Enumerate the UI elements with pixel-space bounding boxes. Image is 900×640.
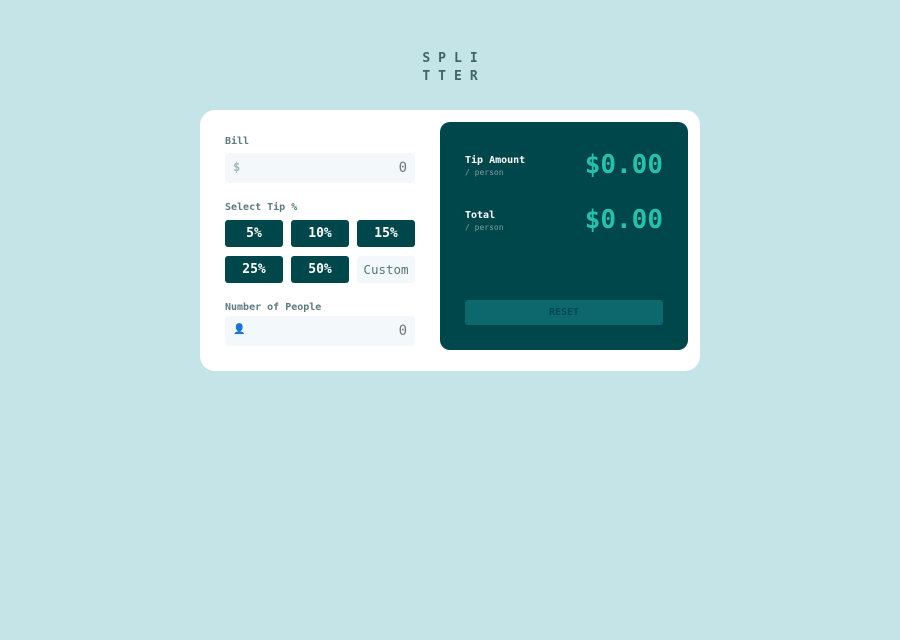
tip-button-10[interactable]: 10% — [291, 220, 349, 247]
total-value: $0.00 — [584, 205, 663, 235]
reset-button[interactable]: RESET — [465, 300, 663, 325]
bill-label: Bill — [225, 136, 250, 147]
tip-button-25[interactable]: 25% — [225, 256, 283, 283]
tip-amount-value: $0.00 — [584, 150, 663, 180]
select-tip-label: Select Tip % — [225, 202, 298, 213]
dollar-icon: $ — [233, 160, 241, 174]
tip-button-5[interactable]: 5% — [225, 220, 283, 247]
people-input[interactable] — [249, 316, 407, 346]
tip-button-15[interactable]: 15% — [357, 220, 415, 247]
bill-field[interactable]: $ — [225, 153, 415, 183]
people-field[interactable]: 👤 — [225, 316, 415, 346]
tip-button-50[interactable]: 50% — [291, 256, 349, 283]
result-panel: Tip Amount / person $0.00 Total / person… — [440, 122, 688, 350]
total-title: Total — [465, 210, 496, 221]
tip-custom-input[interactable] — [357, 256, 415, 283]
app-logo: SPLI TTER — [0, 50, 900, 86]
person-icon: 👤 — [233, 324, 246, 335]
bill-input[interactable] — [249, 153, 407, 183]
calculator-card: Bill $ Select Tip % 5% 10% 15% 25% 50% N… — [200, 110, 700, 371]
people-label: Number of People — [225, 302, 322, 313]
logo-line-1: SPLI — [422, 51, 486, 66]
logo-line-2: TTER — [422, 69, 486, 84]
total-per-person: / person — [465, 223, 504, 232]
tip-amount-per-person: / person — [465, 168, 504, 177]
tip-amount-title: Tip Amount — [465, 155, 526, 166]
